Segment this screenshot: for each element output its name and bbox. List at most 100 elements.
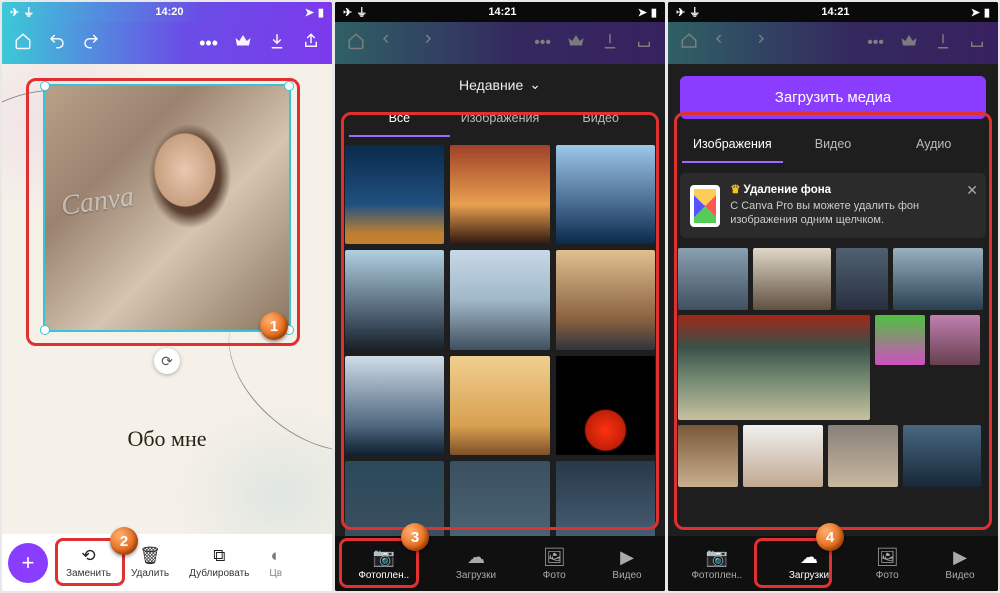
upload-type-tabs: Изображения Видео Аудио bbox=[668, 129, 998, 163]
share-icon[interactable] bbox=[302, 32, 320, 55]
tab-video[interactable]: Видео bbox=[550, 103, 651, 137]
tab-audio[interactable]: Аудио bbox=[883, 129, 984, 163]
photo-thumb[interactable] bbox=[556, 250, 655, 349]
tab-video[interactable]: Видео bbox=[783, 129, 884, 163]
photo-thumb[interactable] bbox=[450, 356, 549, 455]
upload-thumb[interactable] bbox=[875, 315, 925, 365]
upload-thumb[interactable] bbox=[753, 248, 831, 310]
status-bar: ✈ ⏚ 14:21 ➤ ▮ bbox=[335, 2, 665, 22]
duplicate-label: Дублировать bbox=[189, 568, 249, 579]
crown-icon[interactable] bbox=[234, 32, 252, 55]
nav-photo[interactable]: 🖼 Фото bbox=[543, 547, 566, 581]
more-icon: ••• bbox=[867, 34, 884, 52]
photo-thumb[interactable] bbox=[345, 145, 444, 244]
airplane-icon: ✈ bbox=[10, 6, 19, 19]
home-icon[interactable] bbox=[14, 32, 32, 55]
caption-text[interactable]: Обо мне bbox=[127, 426, 206, 452]
trash-icon: 🗑 bbox=[139, 546, 161, 566]
phone-screen-3: ✈⏚ 14:21 ➤▮ ••• Загрузить медиа Изображе… bbox=[668, 2, 998, 591]
close-icon[interactable]: ✕ bbox=[966, 181, 978, 200]
step-marker-2: 2 bbox=[110, 527, 138, 555]
location-icon: ➤ bbox=[305, 6, 314, 19]
location-icon: ➤ bbox=[971, 6, 980, 19]
nav-video-label: Видео bbox=[945, 570, 974, 581]
delete-label: Удалить bbox=[131, 568, 169, 579]
bottom-toolbar: + ⟲ Заменить 🗑 Удалить ⧉ Дублировать ◐ Ц… bbox=[2, 534, 332, 591]
step-marker-1: 1 bbox=[260, 312, 288, 340]
image-icon: 🖼 bbox=[876, 547, 899, 568]
upload-thumb[interactable] bbox=[930, 315, 980, 365]
duplicate-icon: ⧉ bbox=[213, 546, 225, 566]
photo-thumb[interactable] bbox=[450, 145, 549, 244]
status-bar: ✈ ⏚ 14:20 ➤ ▮ bbox=[2, 2, 332, 22]
tab-images[interactable]: Изображения bbox=[450, 103, 551, 137]
upload-thumb[interactable] bbox=[678, 248, 748, 310]
color-button[interactable]: ◐ Цв bbox=[259, 542, 292, 583]
redo-icon bbox=[748, 32, 766, 55]
bg-remove-promo[interactable]: ♛Удаление фона С Canva Pro вы можете уда… bbox=[680, 173, 986, 238]
download-icon[interactable] bbox=[268, 32, 286, 55]
location-icon: ➤ bbox=[638, 6, 647, 19]
photo-thumb[interactable] bbox=[345, 356, 444, 455]
nav-camera-label: Фотоплен.. bbox=[691, 570, 742, 581]
share-icon bbox=[968, 32, 986, 55]
top-toolbar-dimmed: ••• bbox=[335, 22, 665, 64]
nav-video[interactable]: ▶ Видео bbox=[612, 547, 641, 581]
crown-icon bbox=[567, 32, 585, 55]
more-icon: ••• bbox=[534, 34, 551, 52]
home-icon bbox=[680, 32, 698, 55]
upload-thumb[interactable] bbox=[678, 315, 870, 420]
wifi-icon: ⏚ bbox=[689, 4, 700, 20]
promo-desc: С Canva Pro вы можете удалить фон изобра… bbox=[730, 199, 956, 229]
rotate-handle[interactable]: ⟳ bbox=[154, 348, 180, 374]
upload-thumb[interactable] bbox=[836, 248, 888, 310]
sheet-title-dropdown[interactable]: Недавние ⌄ bbox=[335, 64, 665, 103]
photo-thumb[interactable] bbox=[450, 250, 549, 349]
redo-icon bbox=[415, 32, 433, 55]
photo-thumb[interactable] bbox=[345, 250, 444, 349]
nav-camera-roll[interactable]: 📷 Фотоплен.. bbox=[691, 547, 742, 581]
photo-thumb[interactable] bbox=[556, 145, 655, 244]
nav-uploads[interactable]: ☁ Загрузки bbox=[456, 547, 496, 581]
media-filter-tabs: Все Изображения Видео bbox=[335, 103, 665, 137]
share-icon bbox=[635, 32, 653, 55]
photo-thumb[interactable] bbox=[556, 356, 655, 455]
tab-all[interactable]: Все bbox=[349, 103, 450, 137]
more-icon[interactable]: ••• bbox=[199, 33, 218, 54]
tab-images[interactable]: Изображения bbox=[682, 129, 783, 163]
clock: 14:21 bbox=[488, 6, 516, 18]
add-button[interactable]: + bbox=[8, 543, 48, 583]
upload-thumb[interactable] bbox=[743, 425, 823, 487]
uploads-sheet: Загрузить медиа Изображения Видео Аудио … bbox=[668, 64, 998, 591]
airplane-icon: ✈ bbox=[343, 6, 352, 19]
wifi-icon: ⏚ bbox=[23, 4, 34, 20]
clock: 14:21 bbox=[821, 6, 849, 18]
redo-icon[interactable] bbox=[82, 32, 100, 55]
nav-photo[interactable]: 🖼 Фото bbox=[876, 547, 899, 581]
upload-thumb[interactable] bbox=[893, 248, 983, 310]
upload-thumb[interactable] bbox=[903, 425, 981, 487]
battery-icon: ▮ bbox=[651, 6, 657, 19]
promo-title: ♛Удаление фона bbox=[730, 183, 956, 199]
upload-media-button[interactable]: Загрузить медиа bbox=[680, 76, 986, 119]
photo-grid bbox=[335, 137, 665, 568]
annotation-outline-1 bbox=[26, 78, 300, 346]
status-bar: ✈⏚ 14:21 ➤▮ bbox=[668, 2, 998, 22]
nav-video[interactable]: ▶ Видео bbox=[945, 547, 974, 581]
upload-thumb[interactable] bbox=[828, 425, 898, 487]
wifi-icon: ⏚ bbox=[356, 4, 367, 20]
undo-icon[interactable] bbox=[48, 32, 66, 55]
nav-photo-label: Фото bbox=[543, 570, 566, 581]
phone-screen-2: ✈ ⏚ 14:21 ➤ ▮ ••• Недавние ⌄ Все Изображе… bbox=[335, 2, 665, 591]
color-label: Цв bbox=[269, 568, 282, 579]
cloud-upload-icon: ☁ bbox=[467, 547, 485, 568]
home-icon bbox=[347, 32, 365, 55]
image-icon: 🖼 bbox=[543, 547, 566, 568]
download-icon bbox=[934, 32, 952, 55]
upload-thumb[interactable] bbox=[678, 425, 738, 487]
phone-screen-1: ✈ ⏚ 14:20 ➤ ▮ ••• Canva bbox=[2, 2, 332, 591]
video-icon: ▶ bbox=[620, 547, 634, 568]
canvas-area[interactable]: Canva ⟳ Обо мне 1 bbox=[2, 64, 332, 534]
duplicate-button[interactable]: ⧉ Дублировать bbox=[179, 542, 259, 583]
top-toolbar-dimmed: ••• bbox=[668, 22, 998, 64]
